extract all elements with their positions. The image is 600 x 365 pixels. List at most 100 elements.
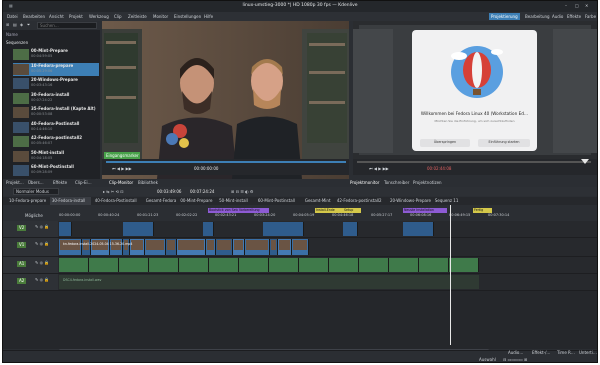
timeline-guide[interactable]: Fertig — [473, 208, 493, 213]
audio-clip[interactable] — [329, 258, 359, 272]
layout-effekte[interactable]: Effekte — [567, 15, 581, 19]
tab-projektmonitor[interactable]: Projektmonitor — [350, 180, 379, 185]
sequence-tab[interactable]: 30-Fedora-install — [49, 197, 91, 205]
audio-clip[interactable] — [119, 258, 149, 272]
edit-mode-select[interactable]: Normaler Modus — [13, 188, 59, 195]
video-clip[interactable] — [203, 222, 214, 236]
bin-item[interactable]: 50-Mint-install 00:04:18:05 — [13, 150, 99, 163]
project-monitor-play-controls[interactable]: ⏮ ◀ ▶ ▶▶ — [369, 167, 389, 171]
video-clip[interactable] — [278, 239, 292, 255]
timeline-guide[interactable]: Neuste Installation — [403, 208, 448, 213]
layout-bearbeitung[interactable]: Bearbeitung — [525, 15, 550, 19]
video-clip[interactable] — [403, 222, 434, 236]
audio-clip[interactable] — [59, 275, 479, 289]
add-clip-icon[interactable]: ⊞ — [6, 23, 9, 27]
video-clip[interactable] — [206, 239, 216, 255]
track-controls-icon[interactable]: ✎ ◎ 🔒 — [35, 225, 49, 229]
track-controls-icon[interactable]: ✎ ◎ 🔒 — [35, 261, 49, 265]
audio-clip[interactable] — [359, 258, 389, 272]
bin-item[interactable]: 10-Fedora-prepare 00:05:29:06 — [13, 62, 99, 76]
sequence-tab[interactable]: Gesamt-Mint — [303, 197, 333, 205]
bin-item[interactable]: 60-Mint-Postinstall 00:09:28:09 — [13, 164, 99, 177]
bin-item[interactable]: 42-Fedora-postinstall2 00:05:46:07 — [13, 135, 99, 148]
tab-clip-monitor[interactable]: Clip-Monitor — [109, 180, 133, 185]
bin-item[interactable]: 20-Windows-Prepare 00:03:43:16 — [13, 77, 99, 90]
maximize-icon[interactable]: □ — [575, 4, 579, 8]
bin-item[interactable]: 30-Fedora-install 00:07:24:22 — [13, 92, 99, 105]
sequence-tab[interactable]: Sequenz 11 — [433, 197, 463, 205]
timeline-guide[interactable]: Vorbereitung — [238, 208, 269, 213]
menu-clip[interactable]: Clip — [114, 15, 122, 19]
track-name[interactable]: V1 — [17, 242, 27, 248]
sequence-tab[interactable]: 20-Windows-Prepare — [388, 197, 431, 205]
timeline-guide[interactable]: Install-Ende — [315, 208, 346, 213]
menu-monitor[interactable]: Monitor — [153, 15, 168, 19]
sequence-tab[interactable]: 00-Mint-Prepare — [178, 197, 215, 205]
track-name[interactable]: A2 — [17, 278, 27, 284]
audio-clip[interactable] — [179, 258, 209, 272]
clip-monitor-timecode[interactable]: 00:00:00:00 — [194, 167, 218, 171]
sequence-tab[interactable]: 60-Mint-Postinstall — [256, 197, 301, 205]
track-name[interactable]: V2 — [17, 225, 27, 231]
tab-tonschreiber[interactable]: Tonschreiber — [384, 180, 409, 185]
timeline-duration[interactable]: 00:07:24:24 — [190, 189, 214, 194]
layout-farbe[interactable]: Farbe — [585, 15, 596, 19]
sequence-tab[interactable]: 40-Fedora-Postinstall — [93, 197, 142, 205]
audio-clip[interactable] — [269, 258, 299, 272]
layout-audio[interactable]: Audio — [552, 15, 563, 19]
timeline-tools[interactable]: ▸ ⇆ ✂ ⟲ ⊡ — [103, 189, 124, 194]
video-clip[interactable] — [216, 239, 233, 255]
bin-folder[interactable]: Sequenzen — [6, 41, 28, 45]
sequence-tab[interactable]: Gesamt-Fedora — [144, 197, 177, 205]
video-clip[interactable] — [292, 239, 309, 255]
menu-zeitleiste[interactable]: Zeitleiste — [128, 15, 147, 19]
minimize-icon[interactable]: – — [565, 4, 567, 8]
bottom-tab-audio[interactable]: Audio… — [508, 351, 523, 355]
menu-projekt[interactable]: Projekt — [69, 15, 83, 19]
timeline-playhead[interactable] — [450, 205, 451, 345]
layout-projektierung[interactable]: Projektierung — [489, 13, 520, 20]
bottom-tab-effekt[interactable]: Effekt-/… — [532, 351, 550, 355]
timeline-extra-tools[interactable]: ⊞ ⊟ ☰ ◐ ⚙ — [231, 189, 253, 194]
folder-icon[interactable]: ▤ — [13, 23, 17, 27]
menu-werkzeug[interactable]: Werkzeug — [89, 15, 109, 19]
menu-bearbeiten[interactable]: Bearbeiten — [23, 15, 45, 19]
menu-einstellungen[interactable]: Einstellungen — [174, 15, 201, 19]
audio-clip[interactable] — [449, 258, 479, 272]
tag-icon[interactable]: ◈ — [20, 23, 23, 27]
video-clip[interactable] — [343, 222, 358, 236]
audio-clip[interactable] — [299, 258, 329, 272]
audio-clip[interactable] — [389, 258, 419, 272]
audio-clip[interactable] — [59, 258, 89, 272]
video-clip[interactable] — [263, 222, 304, 236]
bottom-tab-time-remap[interactable]: Time R… — [557, 351, 575, 355]
bin-item[interactable]: 35-Fedora-Install (Kapte Alt) 00:00:53:08 — [13, 106, 99, 119]
video-clip[interactable] — [166, 239, 177, 255]
zoom-controls[interactable]: ⊟ ▭▭▭▭ ⊞ — [503, 358, 527, 362]
skip-button[interactable]: Überspringen — [420, 139, 470, 147]
timeline-position[interactable]: 00:03:49:06 — [157, 189, 181, 194]
video-clip[interactable] — [233, 239, 245, 255]
video-clip[interactable] — [130, 239, 145, 255]
track-controls-icon[interactable]: ✎ ◎ 🔒 — [35, 242, 49, 246]
close-icon[interactable]: ✕ — [585, 4, 588, 8]
video-clip[interactable] — [270, 239, 278, 255]
tab-clip-eigenschaften[interactable]: Clip-Ei… — [75, 180, 92, 185]
sequence-tab[interactable]: 42-Fedora-postinstall2 — [335, 197, 386, 205]
menu-ansicht[interactable]: Ansicht — [49, 15, 64, 19]
project-monitor-scrubber[interactable] — [357, 161, 591, 163]
sequence-tab[interactable]: 50-Mint-install — [217, 197, 254, 205]
sequence-tab[interactable]: 10-Fedora-prepare — [7, 197, 48, 205]
video-clip[interactable] — [245, 239, 270, 255]
video-clip[interactable] — [145, 239, 166, 255]
clip-monitor-play-controls[interactable]: ⏮ ◀ ▶ ▶▶ — [112, 167, 132, 171]
tab-effekte[interactable]: Effekte — [53, 180, 67, 185]
track-controls-icon[interactable]: ✎ ◎ 🔒 — [35, 278, 49, 282]
project-monitor-timecode[interactable]: 00:02:44:08 — [427, 167, 451, 171]
tab-projektnotizen[interactable]: Projektnotizen — [413, 180, 442, 185]
audio-clip[interactable] — [419, 258, 449, 272]
audio-clip[interactable] — [149, 258, 179, 272]
bin-item[interactable]: 40-Fedora-Postinstall 00:14:46:10 — [13, 121, 99, 134]
bin-item[interactable]: 00-Mint-Prepare 00:04:59:05 — [13, 48, 99, 61]
track-name[interactable]: A1 — [17, 261, 27, 267]
